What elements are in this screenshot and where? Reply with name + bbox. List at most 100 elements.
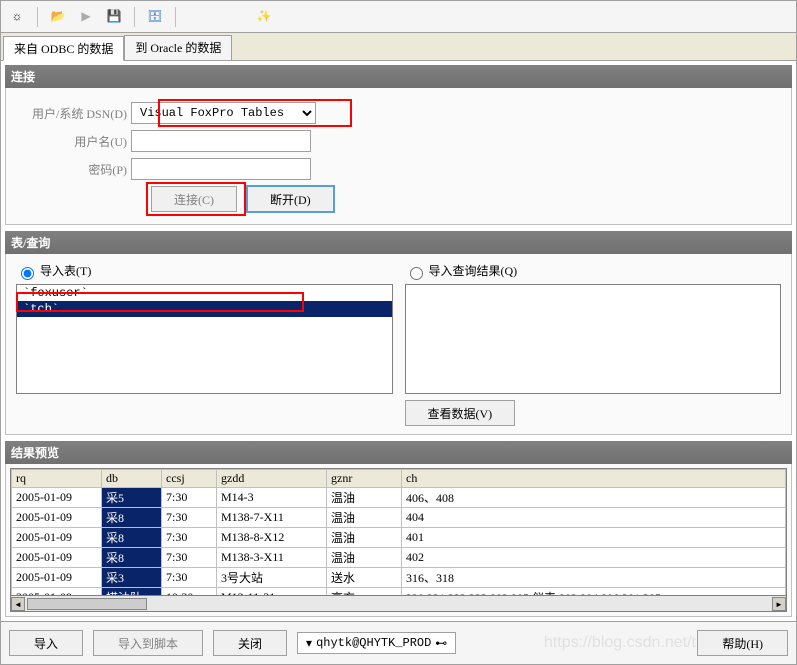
main-panel: 连接 用户/系统 DSN(D) Visual FoxPro Tables 用户名… [0,61,797,622]
table-cell: 7:30 [162,548,217,568]
table-cell: 采5 [102,488,162,508]
table-cell: 采8 [102,528,162,548]
scroll-right-icon[interactable]: ► [772,597,786,611]
results-body: rqdbccsjgzddgznrch 2005-01-09采57:30M14-3… [5,464,792,617]
column-header[interactable]: ch [402,470,786,488]
table-cell: 高充 [327,588,402,597]
column-header[interactable]: db [102,470,162,488]
import-table-radio[interactable] [21,267,34,280]
tab-from-odbc[interactable]: 来自 ODBC 的数据 [3,36,124,61]
table-cell: 2005-01-09 [12,528,102,548]
user-label: 用户名(U) [16,133,131,150]
table-cell: 采8 [102,508,162,528]
table-cell: M138-7-X11 [217,508,327,528]
table-cell: 7:30 [162,528,217,548]
import-script-button[interactable]: 导入到脚本 [93,630,203,656]
results-header: 结果预览 [5,441,792,464]
table-cell: 送水 [327,568,402,588]
table-cell: 温油 [327,548,402,568]
tab-to-oracle[interactable]: 到 Oracle 的数据 [124,35,232,60]
list-item[interactable]: `tcb` [17,301,392,317]
connection-header: 连接 [5,65,792,88]
table-row[interactable]: 2005-01-09采87:30M138-8-X12温油401 [12,528,786,548]
password-input[interactable] [131,158,311,180]
table-cell: 采8 [102,548,162,568]
help-button[interactable]: 帮助(H) [697,630,788,656]
import-table-radio-row: 导入表(T) [16,262,393,280]
table-cell: 402 [402,548,786,568]
table-cell: 316、318 [402,568,786,588]
table-cell: 采3 [102,568,162,588]
table-query-header: 表/查询 [5,231,792,254]
open-icon[interactable]: 📂 [48,7,68,27]
table-cell: 温油 [327,508,402,528]
scroll-left-icon[interactable]: ◄ [11,597,25,611]
table-cell: 温油 [327,488,402,508]
table-cell: M12-11-31 [217,588,327,597]
separator [134,7,135,27]
play-icon[interactable]: ▶ [76,7,96,27]
table-cell: 2005-01-09 [12,588,102,597]
close-button[interactable]: 关闭 [213,630,287,656]
disconnect-button[interactable]: 断开(D) [247,186,334,212]
table-row[interactable]: 2005-01-09采57:30M14-3温油406、408 [12,488,786,508]
table-cell: 10:30 [162,588,217,597]
wand-icon[interactable]: ✨ [254,7,274,27]
column-header[interactable]: rq [12,470,102,488]
table-cell: 2005-01-09 [12,568,102,588]
password-label: 密码(P) [16,161,131,178]
dropdown-icon: ▾ [306,636,312,651]
import-query-label: 导入查询结果(Q) [429,264,518,278]
separator [37,7,38,27]
table-cell: 2005-01-09 [12,548,102,568]
separator [175,7,176,27]
table-cell: 3号大站 [217,568,327,588]
table-cell: 7:30 [162,488,217,508]
results-grid[interactable]: rqdbccsjgzddgznrch 2005-01-09采57:30M14-3… [11,469,786,596]
connect-button[interactable]: 连接(C) [151,186,237,212]
import-query-radio-row: 导入查询结果(Q) [405,262,782,280]
table-cell: 404 [402,508,786,528]
results-grid-wrap: rqdbccsjgzddgznrch 2005-01-09采57:30M14-3… [10,468,787,596]
import-query-radio[interactable] [410,267,423,280]
database-icon[interactable]: 🗄 [145,7,165,27]
username-input[interactable] [131,130,311,152]
table-cell: M14-3 [217,488,327,508]
bottom-bar: 导入 导入到脚本 关闭 ▾ qhytk@QHYTK_PROD ⊷ 帮助(H) h… [0,622,797,665]
table-row[interactable]: 2005-01-09捞油队10:30M12-11-31高充220 221 222… [12,588,786,597]
table-cell: 401 [402,528,786,548]
save-icon[interactable]: 💾 [104,7,124,27]
import-table-label: 导入表(T) [40,264,91,278]
db-indicator[interactable]: ▾ qhytk@QHYTK_PROD ⊷ [297,632,456,654]
view-data-button[interactable]: 查看数据(V) [405,400,516,426]
table-cell: M138-3-X11 [217,548,327,568]
query-textarea[interactable] [405,284,782,394]
connection-body: 用户/系统 DSN(D) Visual FoxPro Tables 用户名(U)… [5,88,792,225]
table-row[interactable]: 2005-01-09采87:30M138-3-X11温油402 [12,548,786,568]
column-header[interactable]: gzdd [217,470,327,488]
scroll-thumb[interactable] [27,598,147,610]
column-header[interactable]: gznr [327,470,402,488]
list-item[interactable]: `foxuser` [17,285,392,301]
watermark: https://blog.csdn.net/t [544,634,696,652]
table-row[interactable]: 2005-01-09采87:30M138-7-X11温油404 [12,508,786,528]
table-cell: 220 221 222 223 802 805 仪表 802 804 806 3… [402,588,786,597]
column-header[interactable]: ccsj [162,470,217,488]
table-row[interactable]: 2005-01-09采37:303号大站送水316、318 [12,568,786,588]
main-toolbar: ☼ 📂 ▶ 💾 🗄 ✨ [0,0,797,32]
table-cell: 2005-01-09 [12,488,102,508]
pin-icon: ⊷ [435,636,447,651]
dsn-select[interactable]: Visual FoxPro Tables [131,102,316,124]
table-cell: 温油 [327,528,402,548]
table-cell: 7:30 [162,508,217,528]
table-cell: 7:30 [162,568,217,588]
table-query-body: 导入表(T) `foxuser``tcb` 导入查询结果(Q) 查看数据(V) [5,254,792,435]
table-cell: M138-8-X12 [217,528,327,548]
light-icon[interactable]: ☼ [7,7,27,27]
import-button[interactable]: 导入 [9,630,83,656]
tab-strip: 来自 ODBC 的数据 到 Oracle 的数据 [0,32,797,61]
horizontal-scrollbar[interactable]: ◄ ► [10,596,787,612]
tables-listbox[interactable]: `foxuser``tcb` [16,284,393,394]
dsn-label: 用户/系统 DSN(D) [16,105,131,122]
table-cell: 2005-01-09 [12,508,102,528]
